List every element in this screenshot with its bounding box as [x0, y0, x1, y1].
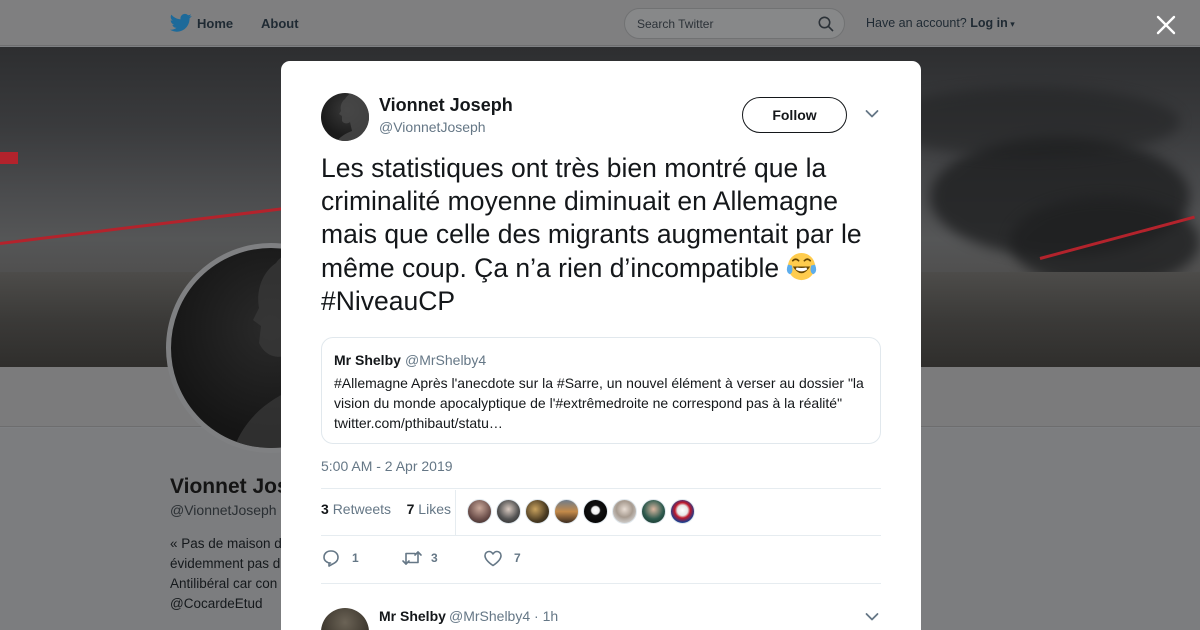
author-avatar[interactable] — [321, 93, 369, 141]
liker-avatar[interactable] — [525, 499, 550, 524]
hashtag-link[interactable]: #NiveauCP — [321, 286, 455, 316]
search-placeholder: Search Twitter — [637, 17, 714, 31]
account-prompt: Have an account? Log in ▾ — [866, 16, 1015, 30]
reply-icon — [323, 550, 339, 567]
divider — [321, 488, 881, 489]
quoted-tweet[interactable]: Mr Shelby @MrShelby4 #Allemagne Après l'… — [321, 337, 881, 444]
bio-line: @CocardeEtud — [170, 596, 263, 611]
divider — [321, 583, 881, 584]
likes-label: Likes — [418, 501, 451, 517]
retweet-count: 3 — [431, 551, 438, 565]
liker-avatar[interactable] — [554, 499, 579, 524]
profile-bio: « Pas de maison d évidemment pas d Antil… — [170, 534, 290, 614]
bio-line: « Pas de maison d — [170, 536, 282, 551]
nav-about-link[interactable]: About — [261, 16, 299, 31]
divider — [321, 535, 881, 536]
search-icon[interactable] — [818, 16, 834, 32]
retweets-stat[interactable]: 3 Retweets — [321, 501, 391, 517]
retweets-count: 3 — [321, 501, 329, 517]
nav-home-link[interactable]: Home — [197, 16, 233, 31]
like-button[interactable]: 7 — [483, 548, 543, 568]
tweet-body: Les statistiques ont très bien montré qu… — [321, 153, 862, 283]
liker-avatar[interactable] — [612, 499, 637, 524]
liker-avatar[interactable] — [583, 499, 608, 524]
login-link[interactable]: Log in — [970, 16, 1008, 30]
reply-author-avatar[interactable] — [321, 608, 369, 630]
liker-avatar[interactable] — [496, 499, 521, 524]
bio-line: évidemment pas d — [170, 556, 281, 571]
retweets-label: Retweets — [332, 501, 392, 517]
chevron-down-icon[interactable] — [865, 612, 879, 622]
profile-handle: @VionnetJoseph — [170, 502, 277, 518]
retweet-icon — [402, 551, 422, 565]
retweet-button[interactable]: 3 — [401, 548, 461, 568]
tweet-text: Les statistiques ont très bien montré qu… — [321, 152, 887, 318]
quoted-author-name: Mr Shelby — [334, 352, 401, 368]
follow-button[interactable]: Follow — [742, 97, 847, 133]
likes-stat[interactable]: 7 Likes — [407, 501, 451, 517]
stats-separator — [455, 490, 456, 535]
likes-count: 7 — [406, 501, 415, 517]
tweet-stats: 3 Retweets 7 Likes — [321, 501, 451, 517]
chevron-down-icon[interactable]: ▾ — [1008, 19, 1015, 29]
liker-avatar[interactable] — [670, 499, 695, 524]
heart-icon — [484, 550, 502, 567]
reply-button[interactable]: 1 — [321, 548, 381, 568]
like-count: 7 — [514, 551, 521, 565]
quoted-author-handle: @MrShelby4 — [405, 352, 487, 368]
reply-author-handle[interactable]: @MrShelby4 · 1h — [449, 608, 558, 624]
tweet-timestamp[interactable]: 5:00 AM - 2 Apr 2019 — [321, 458, 453, 474]
tears-of-joy-emoji-icon — [787, 252, 817, 281]
top-navigation: Home About Search Twitter Have an accoun… — [0, 0, 1200, 46]
search-input[interactable]: Search Twitter — [624, 8, 845, 39]
bio-line: Antilibéral car con — [170, 576, 278, 591]
liker-avatar[interactable] — [467, 499, 492, 524]
author-name[interactable]: Vionnet Joseph — [379, 95, 513, 116]
account-prompt-text: Have an account? — [866, 16, 967, 30]
reply-author-name[interactable]: Mr Shelby — [379, 608, 446, 624]
tweet-modal: Vionnet Joseph @VionnetJoseph Follow Les… — [281, 61, 921, 630]
twitter-bird-icon[interactable] — [170, 13, 192, 33]
quoted-tweet-text: #Allemagne Après l'anecdote sur la #Sarr… — [334, 375, 864, 431]
close-icon[interactable] — [1154, 13, 1178, 37]
reply-count: 1 — [352, 551, 359, 565]
author-handle[interactable]: @VionnetJoseph — [379, 119, 486, 135]
liker-avatar[interactable] — [641, 499, 666, 524]
chevron-down-icon[interactable] — [865, 109, 879, 119]
